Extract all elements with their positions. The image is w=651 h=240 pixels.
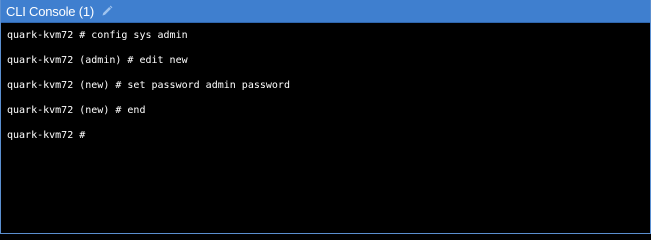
- cli-console-window: CLI Console (1) quark-kvm72 # config sys…: [0, 0, 651, 234]
- pencil-icon[interactable]: [100, 5, 113, 18]
- console-line: quark-kvm72 # config sys admin: [7, 30, 188, 41]
- console-prompt: quark-kvm72 #: [7, 130, 86, 141]
- console-line: quark-kvm72 (admin) # edit new: [7, 55, 188, 66]
- terminal-output[interactable]: quark-kvm72 # config sys admin quark-kvm…: [1, 23, 650, 234]
- console-line: quark-kvm72 (new) # set password admin p…: [7, 80, 290, 91]
- title-bar: CLI Console (1): [1, 0, 650, 23]
- console-line: quark-kvm72 (new) # end: [7, 105, 146, 116]
- window-title: CLI Console (1): [6, 3, 95, 19]
